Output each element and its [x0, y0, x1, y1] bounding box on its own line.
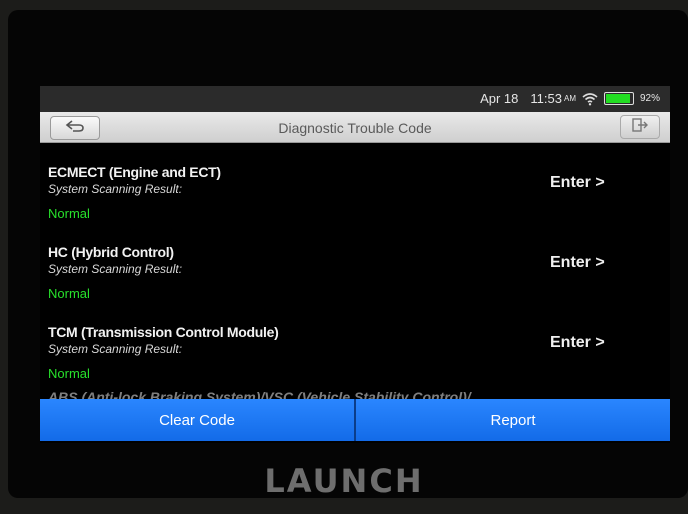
scan-status: Normal: [48, 206, 90, 221]
scan-result-label: System Scanning Result:: [48, 262, 183, 276]
status-time: 11:53: [530, 91, 562, 106]
system-row-ecmect: ECMECT (Engine and ECT) System Scanning …: [40, 142, 670, 222]
scan-status: Normal: [48, 366, 90, 381]
scan-result-label: System Scanning Result:: [48, 182, 183, 196]
brand-logo: LAUNCH: [264, 462, 424, 500]
exit-button[interactable]: [620, 115, 660, 139]
status-date: Apr 18: [480, 91, 519, 106]
status-bar: Apr 18 11:53 AM 92%: [40, 86, 670, 112]
screen: Apr 18 11:53 AM 92% Diagnostic Trouble C…: [40, 86, 670, 443]
system-name: HC (Hybrid Control): [48, 244, 174, 260]
enter-button[interactable]: Enter >: [550, 334, 605, 352]
title-bar: Diagnostic Trouble Code: [40, 112, 670, 143]
wifi-icon: [582, 92, 598, 106]
scan-result-label: System Scanning Result:: [48, 342, 183, 356]
system-row-hc: HC (Hybrid Control) System Scanning Resu…: [40, 222, 670, 302]
status-ampm: AM: [563, 94, 576, 103]
system-name: TCM (Transmission Control Module): [48, 324, 279, 340]
exit-icon: [632, 117, 648, 137]
page-title: Diagnostic Trouble Code: [278, 120, 432, 136]
clear-code-button[interactable]: Clear Code: [40, 399, 354, 441]
system-row-tcm: TCM (Transmission Control Module) System…: [40, 302, 670, 382]
scan-status: Normal: [48, 286, 90, 301]
enter-button[interactable]: Enter >: [550, 174, 605, 192]
battery-percent: 92%: [639, 93, 660, 104]
bottom-action-bar: Clear Code Report: [40, 397, 670, 443]
battery-icon: [603, 92, 634, 105]
report-button[interactable]: Report: [356, 399, 670, 441]
status-indicators: Apr 18 11:53 AM 92%: [480, 91, 660, 106]
system-name: ECMECT (Engine and ECT): [48, 164, 221, 180]
system-list: ECMECT (Engine and ECT) System Scanning …: [40, 142, 670, 382]
enter-button[interactable]: Enter >: [550, 254, 605, 272]
